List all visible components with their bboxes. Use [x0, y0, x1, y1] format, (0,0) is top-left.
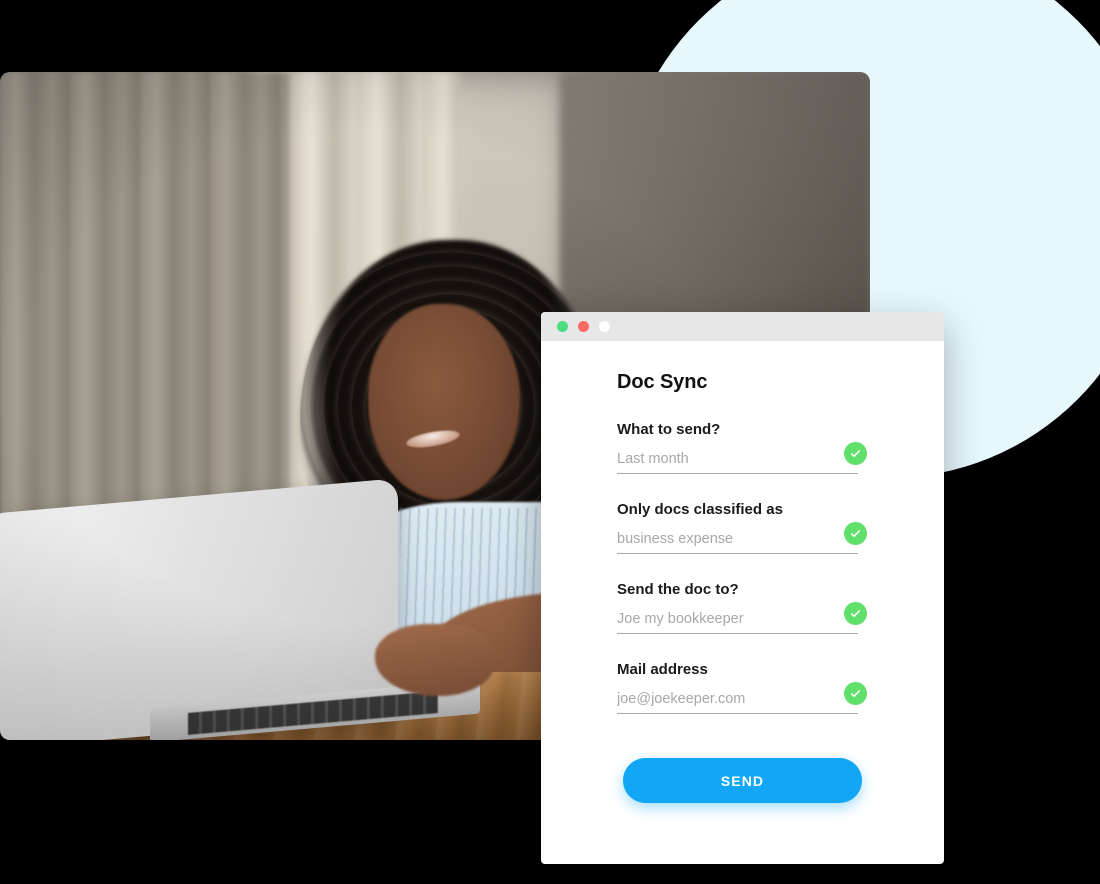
page-title: Doc Sync: [617, 371, 708, 393]
window-titlebar: [541, 312, 944, 341]
send-button-container: SEND: [541, 758, 944, 803]
field-mail-address: Mail address: [617, 661, 867, 714]
field-row: [617, 682, 867, 714]
close-dot[interactable]: [578, 321, 589, 332]
classified-as-input[interactable]: [617, 531, 812, 547]
mail-address-input[interactable]: [617, 691, 812, 707]
field-what-to-send: What to send?: [617, 421, 867, 474]
field-classified-as: Only docs classified as: [617, 501, 867, 554]
send-to-input[interactable]: [617, 611, 812, 627]
form-body: Doc Sync What to send? Only docs classif…: [541, 341, 944, 803]
minimize-dot[interactable]: [557, 321, 568, 332]
field-row: [617, 442, 867, 474]
field-row: [617, 522, 867, 554]
send-button[interactable]: SEND: [623, 758, 862, 803]
field-send-to: Send the doc to?: [617, 581, 867, 634]
check-icon: [844, 442, 867, 465]
field-label: Send the doc to?: [617, 581, 739, 598]
what-to-send-input[interactable]: [617, 451, 812, 467]
doc-sync-window: Doc Sync What to send? Only docs classif…: [541, 312, 944, 864]
check-icon: [844, 682, 867, 705]
field-label: Only docs classified as: [617, 501, 783, 518]
page-root: Doc Sync What to send? Only docs classif…: [0, 0, 1100, 884]
check-icon: [844, 602, 867, 625]
field-label: What to send?: [617, 421, 721, 438]
field-label: Mail address: [617, 661, 708, 678]
check-icon: [844, 522, 867, 545]
field-row: [617, 602, 867, 634]
maximize-dot[interactable]: [599, 321, 610, 332]
